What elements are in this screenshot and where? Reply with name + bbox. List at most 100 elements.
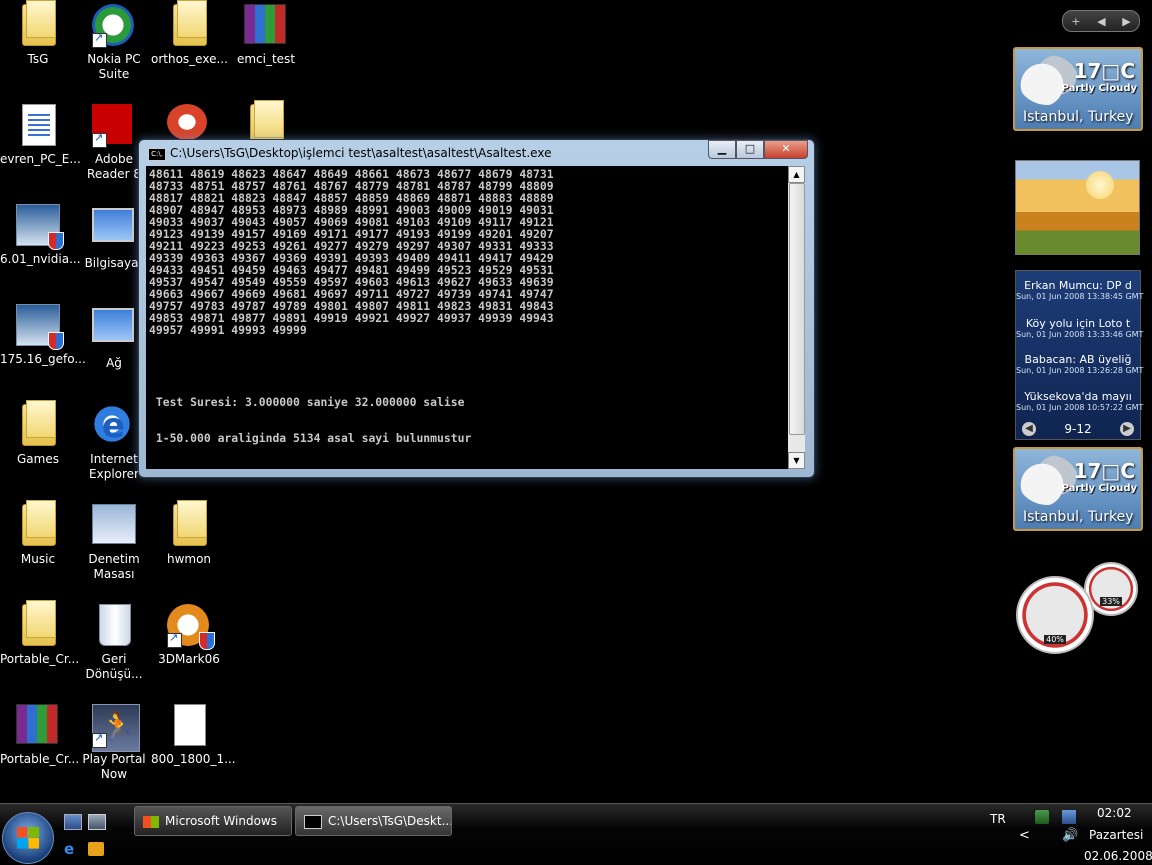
weather-condition: Partly Cloudy	[1061, 83, 1137, 94]
show-desktop-icon[interactable]	[64, 814, 82, 830]
folder-icon	[167, 504, 211, 548]
weather-city: Istanbul, Turkey	[1023, 509, 1134, 525]
feed-date: Sun, 01 Jun 2008 10:57:22 GMT	[1016, 403, 1144, 412]
desktop-icon-nvidia-601[interactable]: 6.01_nvidia...	[0, 204, 81, 267]
task-label: C:\Users\TsG\Deskt...	[328, 814, 452, 828]
clock-time[interactable]: 02:02	[1097, 806, 1132, 820]
text-file-icon	[167, 704, 211, 748]
desktop-icon-nokia-pc-suite[interactable]: Nokia PC Suite	[76, 4, 152, 82]
desktop-icon-emci-test[interactable]: emci_test	[228, 4, 304, 67]
feed-headline: Erkan Mumcu: DP d	[1024, 279, 1132, 292]
desktop-icon-800-1800[interactable]: 800_1800_1...	[151, 704, 236, 767]
folder-icon	[167, 4, 211, 48]
desktop-icon-portable-cr-2[interactable]: Portable_Cr...	[0, 704, 80, 767]
console-icon	[304, 814, 322, 829]
console-output: 48611 48619 48623 48647 48649 48661 4867…	[149, 168, 554, 445]
desktop-icon-label: Denetim Masası	[88, 552, 140, 581]
feed-date: Sun, 01 Jun 2008 13:38:45 GMT	[1016, 292, 1144, 301]
desktop-icon-label: orthos_exe...	[151, 52, 228, 66]
desktop-icon-label: 3DMark06	[158, 652, 220, 666]
desktop-icon-3dmark06[interactable]: 3DMark06	[151, 604, 227, 667]
feed-item[interactable]: Köy yolu için Loto t Sun, 01 Jun 2008 13…	[1016, 317, 1144, 339]
nvidia-installer-icon	[16, 204, 64, 250]
news-feed-gadget[interactable]: Erkan Mumcu: DP d Sun, 01 Jun 2008 13:38…	[1015, 270, 1144, 440]
taskbar-button-console[interactable]: C:\Users\TsG\Deskt...	[295, 806, 452, 836]
console-icon: C:\.	[148, 148, 166, 161]
title-bar[interactable]: C:\. C:\Users\TsG\Desktop\işlemci test\a…	[139, 140, 814, 166]
language-indicator[interactable]: TR	[990, 812, 1006, 826]
task-label: Microsoft Windows	[165, 814, 277, 828]
weather-gadget-bottom[interactable]: 17□C Partly Cloudy Istanbul, Turkey	[1013, 447, 1143, 531]
scroll-thumb[interactable]	[789, 183, 805, 435]
close-button[interactable]: ✕	[764, 140, 808, 159]
ram-percent: 33%	[1100, 597, 1122, 606]
internet-explorer-icon[interactable]: e	[64, 842, 80, 857]
folder-icon	[16, 504, 60, 548]
desktop-icon-label: Games	[17, 452, 59, 466]
switch-windows-icon[interactable]	[88, 814, 106, 830]
folder-icon	[16, 604, 60, 648]
desktop-icon-label: Nokia PC Suite	[87, 52, 141, 81]
desktop-icon-label: Music	[20, 552, 56, 566]
feed-item[interactable]: Yüksekova'da mayıı Sun, 01 Jun 2008 10:5…	[1016, 390, 1144, 412]
desktop-icon-portable-cr-1[interactable]: Portable_Cr...	[0, 604, 79, 667]
slideshow-gadget[interactable]	[1015, 160, 1140, 255]
desktop-icon-label: 175.16_gefo...	[0, 352, 86, 366]
network-tray-icon[interactable]	[1062, 810, 1076, 824]
next-gadget-button[interactable]: ▶	[1122, 15, 1130, 28]
desktop-icon-denetim-masasi[interactable]: Denetim Masası	[76, 504, 152, 582]
feed-item[interactable]: Babacan: AB üyeliğ Sun, 01 Jun 2008 13:2…	[1016, 353, 1143, 375]
weather-city: Istanbul, Turkey	[1023, 109, 1134, 125]
window-title: C:\Users\TsG\Desktop\işlemci test\asalte…	[170, 146, 552, 160]
volume-icon[interactable]: 🔊	[1062, 828, 1078, 843]
desktop-icon-play-portal-now[interactable]: Play Portal Now	[76, 704, 152, 782]
desktop-icon-label: hwmon	[166, 552, 212, 566]
taskbar-button-microsoft-windows[interactable]: Microsoft Windows	[134, 806, 292, 836]
feed-next-button[interactable]: ▶	[1120, 422, 1134, 436]
weather-gadget-top[interactable]: 17□C Partly Cloudy Istanbul, Turkey	[1013, 47, 1143, 131]
desktop-icon-games[interactable]: Games	[0, 404, 76, 467]
desktop-icon-orthos[interactable]: orthos_exe...	[151, 4, 228, 67]
weather-temperature: 17□C	[1073, 459, 1135, 483]
recycle-bin-icon	[92, 604, 136, 648]
feed-headline: Yüksekova'da mayıı	[1024, 390, 1132, 403]
clock-date[interactable]: 02.06.2008	[1084, 849, 1152, 863]
prev-gadget-button[interactable]: ◀	[1097, 15, 1105, 28]
feed-date: Sun, 01 Jun 2008 13:33:46 GMT	[1016, 330, 1144, 339]
windows-flag-icon	[143, 815, 159, 828]
console-window[interactable]: C:\. C:\Users\TsG\Desktop\işlemci test\a…	[138, 139, 815, 478]
desktop-icon-hwmon[interactable]: hwmon	[151, 504, 227, 567]
desktop-icon-label: emci_test	[236, 52, 296, 66]
desktop-icon-tsg[interactable]: TsG	[0, 4, 76, 67]
nvidia-installer-icon	[16, 304, 64, 350]
desktop-icon-music[interactable]: Music	[0, 504, 76, 567]
partly-cloudy-icon	[1018, 55, 1078, 105]
scroll-up-arrow-icon[interactable]: ▲	[788, 166, 805, 183]
cpu-gauge: 40%	[1016, 576, 1094, 654]
maximize-button[interactable]: □	[736, 140, 764, 159]
desktop-icon-label: 800_1800_1...	[151, 752, 236, 766]
network-status-icon[interactable]	[1035, 810, 1049, 824]
show-hidden-icons-chevron[interactable]: <	[1019, 828, 1030, 843]
desktop-icon-label: Portable_Cr...	[0, 752, 80, 766]
clock-day[interactable]: Pazartesi	[1089, 828, 1143, 842]
desktop-icon-geforce-17516[interactable]: 175.16_gefo...	[0, 304, 86, 367]
vertical-scrollbar[interactable]: ▲ ▼	[788, 166, 805, 469]
shield-icon	[48, 232, 64, 250]
desktop-icon-recycle-bin[interactable]: Geri Dönüşü...	[76, 604, 152, 682]
minimize-button[interactable]: ▁	[708, 140, 736, 159]
desktop-icon-evren-pc[interactable]: evren_PC_E...	[0, 104, 81, 167]
scroll-down-arrow-icon[interactable]: ▼	[788, 452, 805, 469]
adobe-reader-icon	[92, 104, 136, 148]
winrar-archive-icon	[244, 4, 288, 48]
add-gadget-button[interactable]: +	[1071, 15, 1080, 28]
weather-temperature: 17□C	[1073, 59, 1135, 83]
console-body[interactable]: 48611 48619 48623 48647 48649 48661 4867…	[146, 166, 805, 469]
feed-item[interactable]: Erkan Mumcu: DP d Sun, 01 Jun 2008 13:38…	[1016, 279, 1144, 301]
control-panel-icon	[92, 504, 136, 548]
feed-prev-button[interactable]: ◀	[1022, 422, 1036, 436]
folder-icon	[16, 404, 60, 448]
start-button[interactable]	[2, 812, 54, 864]
media-player-icon[interactable]	[88, 842, 104, 856]
feed-headline: Babacan: AB üyeliğ	[1024, 353, 1132, 366]
